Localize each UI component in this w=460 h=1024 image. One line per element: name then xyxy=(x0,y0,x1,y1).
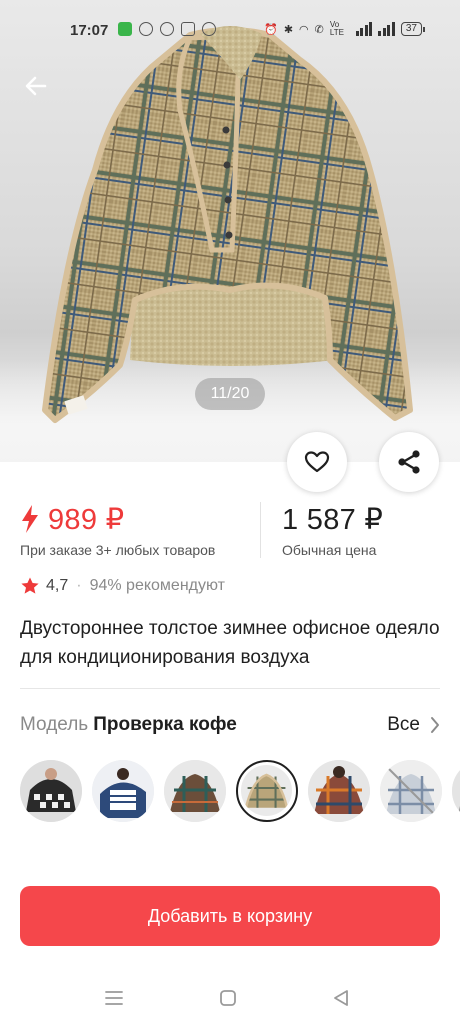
lightning-icon xyxy=(22,505,38,533)
wifi-icon: ◠ xyxy=(299,23,309,36)
back-nav-button[interactable] xyxy=(327,984,355,1012)
check-circle-icon xyxy=(160,22,174,36)
deal-price-block: 989 ₽ При заказе 3+ любых товаров xyxy=(20,500,216,559)
regular-price: 1 587 ₽ xyxy=(282,503,384,536)
rating-score: 4,7 xyxy=(46,577,69,594)
variant-swatch[interactable] xyxy=(308,760,370,822)
star-icon xyxy=(21,577,39,594)
variant-swatch[interactable] xyxy=(452,760,460,822)
recent-apps-button[interactable] xyxy=(100,984,128,1012)
triangle-back-icon xyxy=(334,990,348,1006)
status-time: 17:07 xyxy=(70,22,109,39)
signal-1-icon xyxy=(355,22,373,36)
chevron-right-icon xyxy=(431,717,439,733)
message-notification-icon xyxy=(118,22,132,36)
deal-price: 989 ₽ xyxy=(48,503,125,536)
product-title: Двустороннее толстое зимнее офисное одея… xyxy=(20,618,440,668)
variant-swatch[interactable] xyxy=(20,760,82,822)
deal-price-row: 989 ₽ xyxy=(20,500,215,538)
model-variants xyxy=(20,760,460,824)
system-navigation-bar xyxy=(0,968,460,1024)
all-models-label: Все xyxy=(387,714,420,735)
all-models-link[interactable]: Все xyxy=(387,710,440,740)
share-icon xyxy=(398,450,420,474)
share-button[interactable] xyxy=(379,432,439,492)
variant-swatch[interactable] xyxy=(380,760,442,822)
app-notification-icon xyxy=(181,22,195,36)
back-button[interactable] xyxy=(20,70,52,102)
variant-swatch-selected[interactable] xyxy=(236,760,298,822)
price-divider xyxy=(260,502,261,558)
section-divider xyxy=(20,688,440,689)
bluetooth-icon: ✱ xyxy=(283,23,294,36)
system-status-icons: ⏰ ✱ ◠ ✆ Vo LTE 37 xyxy=(264,20,426,37)
add-to-cart-button[interactable]: Добавить в корзину xyxy=(20,886,440,946)
recommend-percent: 94% рекомендуют xyxy=(89,577,225,594)
heart-outline-icon xyxy=(304,451,330,473)
image-counter: 11/20 xyxy=(195,378,265,410)
model-value: Проверка кофе xyxy=(93,714,237,735)
arrow-left-icon xyxy=(25,76,47,96)
volte-icon: Vo LTE xyxy=(329,20,344,37)
square-icon xyxy=(220,990,236,1006)
notification-icons xyxy=(118,22,216,36)
model-selector-header: Модель Проверка кофе Все xyxy=(20,710,440,740)
menu-lines-icon xyxy=(105,991,123,1005)
check-circle-icon xyxy=(139,22,153,36)
call-icon: ✆ xyxy=(314,23,324,36)
model-label: Модель xyxy=(20,714,89,735)
regular-price-note: Обычная цена xyxy=(282,542,377,558)
status-bar: 17:07 ⏰ ✱ ◠ ✆ Vo LTE 37 xyxy=(0,0,460,62)
variant-swatch[interactable] xyxy=(164,760,226,822)
alarm-icon: ⏰ xyxy=(264,23,278,36)
home-button[interactable] xyxy=(214,984,242,1012)
rating-row[interactable]: 4,7 · 94% рекомендуют xyxy=(20,576,225,596)
favorite-button[interactable] xyxy=(287,432,347,492)
price-block: 989 ₽ При заказе 3+ любых товаров 1 587 … xyxy=(20,500,440,562)
variant-swatch[interactable] xyxy=(92,760,154,822)
dot-notification-icon xyxy=(202,22,216,36)
deal-price-note: При заказе 3+ любых товаров xyxy=(20,542,216,558)
battery-icon: 37 xyxy=(400,22,426,36)
regular-price-block: 1 587 ₽ Обычная цена xyxy=(282,500,384,559)
signal-2-icon xyxy=(378,22,395,36)
product-image-gallery[interactable]: 17:07 ⏰ ✱ ◠ ✆ Vo LTE 37 11/20 xyxy=(0,0,460,462)
rating-separator: · xyxy=(76,577,82,594)
